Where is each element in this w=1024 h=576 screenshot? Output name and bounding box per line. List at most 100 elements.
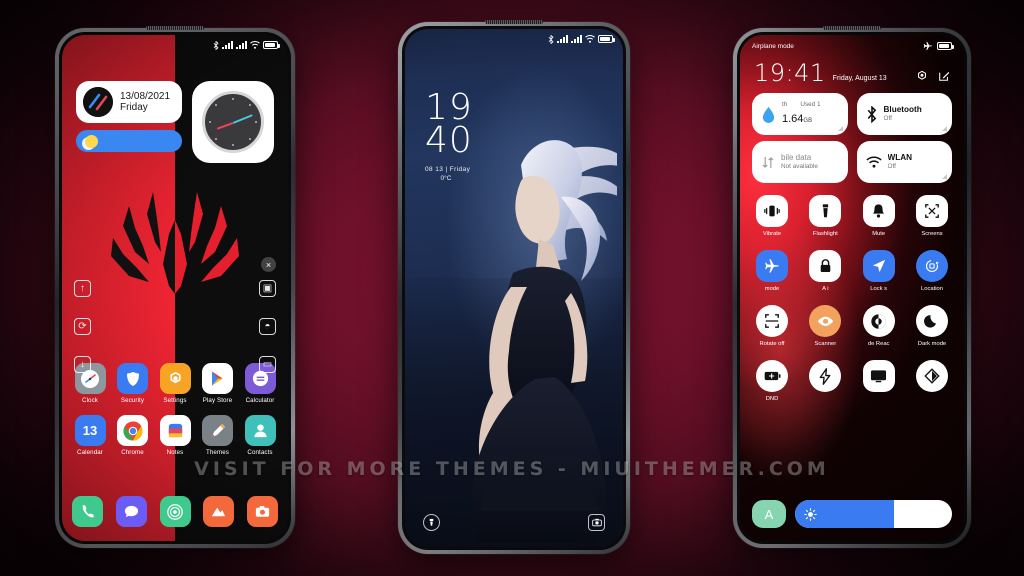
- tile-data-sub: Used 1: [800, 100, 821, 108]
- right-edge-shortcuts: ▣ ◓ ▭: [259, 280, 276, 373]
- earpiece-speaker-2: [485, 20, 543, 24]
- app-row-2: 13 Calendar Chrome Notes Themes Contacts: [70, 415, 280, 456]
- toggle-scanner[interactable]: Rotate off: [752, 305, 792, 347]
- cc-toggle-row-4: DND: [752, 360, 952, 402]
- camera-icon[interactable]: [247, 496, 278, 527]
- phone-icon[interactable]: [72, 496, 103, 527]
- earpiece-speaker: [146, 26, 204, 30]
- reading-mode-icon: [915, 360, 948, 392]
- clock-widget[interactable]: [192, 81, 274, 163]
- tile-wlan-sub: Off: [887, 163, 896, 171]
- app-chrome[interactable]: Chrome: [113, 415, 153, 456]
- gallery-icon[interactable]: [203, 496, 235, 527]
- toggle-flashlight[interactable]: Flashlight: [805, 195, 845, 237]
- tile-expand-corner[interactable]: [837, 126, 843, 131]
- toggle-vibrate[interactable]: Vibrate: [752, 195, 792, 237]
- app-play-store[interactable]: Play Store: [198, 363, 238, 404]
- app-label: Calculator: [245, 397, 275, 404]
- location-icon: [862, 250, 895, 282]
- toggle-reading-mode[interactable]: [912, 360, 952, 402]
- edit-icon[interactable]: [938, 70, 950, 82]
- widget-area: 13/08/2021 Friday: [62, 81, 288, 163]
- wifi-icon: [865, 155, 882, 168]
- flashlight-icon: [809, 195, 842, 227]
- messages-icon[interactable]: [115, 496, 147, 527]
- cc-toggle-row-3: Rotate off Scanner de Reac Dark mode: [752, 305, 952, 347]
- control-center-status-bar: Airplane mode: [740, 35, 964, 57]
- date-widget[interactable]: 13/08/2021 Friday: [76, 81, 182, 123]
- app-label: Themes: [206, 449, 229, 456]
- app-label: Notes: [166, 449, 184, 456]
- window-icon[interactable]: ▭: [259, 356, 276, 373]
- app-notes[interactable]: Notes: [155, 415, 195, 456]
- tile-expand-corner[interactable]: [942, 126, 947, 131]
- weather-widget[interactable]: [76, 130, 182, 152]
- battery-icon: [937, 42, 954, 50]
- camera-icon[interactable]: [588, 514, 605, 531]
- chrome-icon: [117, 415, 148, 446]
- browser-icon[interactable]: [159, 496, 191, 527]
- app-label: Chrome: [121, 449, 144, 456]
- screen-home: 13/08/2021 Friday ↑ ⟳ ↓ ▣ ◓ ▭ × Clock Se…: [62, 35, 288, 541]
- wallpaper-background: 13/08/2021 Friday ↑ ⟳ ↓ ▣ ◓ ▭ × Clock Se…: [0, 0, 1024, 576]
- cc-time: 19:41: [754, 59, 826, 87]
- tile-data-usage[interactable]: th Used 1 1.64GB: [752, 93, 848, 135]
- gear-icon: [159, 363, 191, 394]
- toggle-battery-saver[interactable]: DND: [752, 360, 792, 402]
- app-label: Contacts: [247, 449, 273, 456]
- cc-toggle-row-1: Vibrate Flashlight Mute Screens: [752, 195, 952, 237]
- app-settings[interactable]: Settings: [155, 363, 195, 404]
- tile-wlan[interactable]: WLAN Off: [856, 141, 952, 183]
- toggle-screenshot[interactable]: Screens: [912, 195, 952, 237]
- toggle-dnd[interactable]: Dark mode: [912, 305, 952, 347]
- toggle-mute[interactable]: Mute: [859, 195, 899, 237]
- arrow-up-icon[interactable]: ↑: [74, 280, 91, 297]
- app-label: Settings: [163, 397, 187, 404]
- refresh-icon[interactable]: ⟳: [74, 318, 91, 335]
- calendar-icon: 13: [74, 415, 106, 446]
- toggle-dark-mode[interactable]: de Reac: [859, 305, 899, 347]
- toggle-power[interactable]: [805, 360, 845, 402]
- wifi-icon: [585, 35, 595, 43]
- spiderman-logo: [111, 192, 239, 294]
- screen-lock: 19 40 08 13 | Friday 0°C: [405, 29, 623, 547]
- analog-clock-icon: [202, 91, 264, 153]
- brightness-slider[interactable]: [795, 500, 952, 528]
- close-icon[interactable]: ×: [261, 257, 276, 272]
- toggle-rotate[interactable]: Location: [912, 250, 952, 292]
- flashlight-icon[interactable]: [423, 514, 440, 531]
- tile-bluetooth[interactable]: Bluetooth Off: [856, 93, 952, 135]
- app-calendar[interactable]: 13 Calendar: [70, 415, 110, 456]
- app-security[interactable]: Security: [113, 363, 153, 404]
- settings-gear-icon[interactable]: [916, 70, 928, 82]
- lock-date: 08 13 | Friday: [425, 166, 471, 174]
- toggle-airplane-mode[interactable]: mode: [752, 250, 792, 292]
- arrow-down-icon[interactable]: ↓: [74, 356, 91, 373]
- cc-toggle-row-2: mode A i Lock s Location: [752, 250, 952, 292]
- tile-mobile-sub: Not available: [781, 162, 818, 170]
- lockscreen-clock: 19 40 08 13 | Friday 0°C: [425, 89, 473, 182]
- image-icon[interactable]: ▣: [259, 280, 276, 297]
- tile-mobile-data[interactable]: bile data Not available: [752, 141, 848, 183]
- brightness-slider-fill: [795, 500, 894, 528]
- widget-day-value: Friday: [120, 102, 148, 113]
- toggle-location[interactable]: Lock s: [859, 250, 899, 292]
- app-themes[interactable]: Themes: [198, 415, 238, 456]
- bolt-icon: [809, 360, 842, 392]
- auto-brightness-button[interactable]: A: [752, 500, 786, 528]
- phone-device-lock: 19 40 08 13 | Friday 0°C: [398, 20, 630, 554]
- toggle-lock-screen[interactable]: A i: [805, 250, 845, 292]
- toggle-reading-eye[interactable]: Scanner: [805, 305, 845, 347]
- app-contacts[interactable]: Contacts: [240, 415, 280, 456]
- eye-icon: [809, 305, 842, 337]
- droplet-icon[interactable]: ◓: [259, 318, 276, 335]
- tile-bluetooth-sub: Off: [883, 115, 892, 123]
- screenshot-icon: [915, 195, 948, 227]
- bluetooth-icon: [213, 40, 219, 50]
- toggle-cast[interactable]: [859, 360, 899, 402]
- tile-expand-corner[interactable]: [942, 174, 947, 179]
- left-edge-shortcuts: ↑ ⟳ ↓: [74, 280, 91, 373]
- wallpaper-subject: [471, 140, 617, 543]
- calendar-day: 13: [82, 423, 98, 438]
- phone-device-control-center: Airplane mode 19:41 Friday, August 13 th…: [733, 26, 971, 548]
